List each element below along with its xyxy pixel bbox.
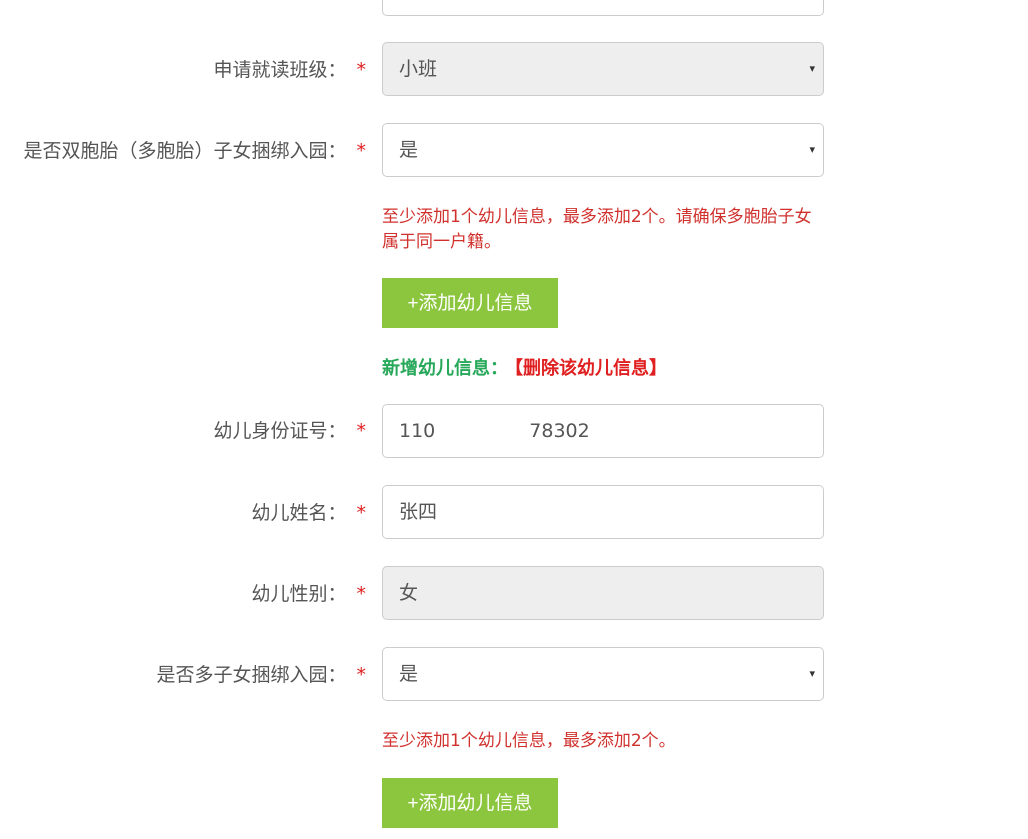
chevron-down-icon: ▾: [809, 667, 815, 680]
top-input-field[interactable]: [382, 0, 824, 16]
child-id-prefix: 110: [399, 420, 436, 442]
gender-label: 幼儿性别： *: [251, 579, 366, 609]
class-select[interactable]: 小班 ▾: [382, 42, 824, 96]
multi-select-value: 是: [399, 663, 419, 685]
child-name-value: 张四: [399, 501, 438, 523]
required-mark: *: [356, 420, 367, 442]
delete-child-link[interactable]: 【删除该幼儿信息】: [514, 358, 667, 379]
new-child-section-title: 新增幼儿信息： 【删除该幼儿信息】: [382, 354, 667, 380]
multi-select[interactable]: 是 ▾: [382, 647, 824, 701]
class-label: 申请就读班级： *: [213, 55, 366, 85]
child-gender-value: 女: [399, 582, 419, 604]
chevron-down-icon: ▾: [809, 62, 815, 75]
required-mark: *: [356, 140, 367, 162]
id-label-text: 幼儿身份证号：: [213, 420, 347, 442]
child-gender-input: 女: [382, 566, 824, 620]
class-select-value: 小班: [399, 58, 438, 80]
chevron-down-icon: ▾: [809, 143, 815, 156]
child-id-input[interactable]: 110 78302: [382, 404, 824, 458]
redaction-mask: [435, 417, 530, 446]
required-mark: *: [356, 59, 367, 81]
child-name-input[interactable]: 张四: [382, 485, 824, 539]
required-mark: *: [356, 664, 367, 686]
twins-hint: 至少添加1个幼儿信息，最多添加2个。请确保多胞胎子女属于同一户籍。: [382, 207, 812, 252]
name-label: 幼儿姓名： *: [251, 498, 366, 528]
new-child-title: 新增幼儿信息：: [382, 358, 508, 379]
child-id-suffix: 78302: [529, 420, 590, 442]
id-label: 幼儿身份证号： *: [213, 416, 366, 446]
twins-select-value: 是: [399, 139, 419, 161]
multi-label-text: 是否多子女捆绑入园：: [156, 664, 347, 686]
twins-select[interactable]: 是 ▾: [382, 123, 824, 177]
name-label-text: 幼儿姓名：: [251, 502, 347, 524]
multi-label: 是否多子女捆绑入园： *: [156, 660, 366, 690]
class-label-text: 申请就读班级：: [213, 59, 347, 81]
add-child-button[interactable]: +添加幼儿信息: [382, 278, 558, 328]
add-child-button[interactable]: +添加幼儿信息: [382, 778, 558, 828]
required-mark: *: [356, 583, 367, 605]
twins-label: 是否双胞胎（多胞胎）子女捆绑入园： *: [23, 136, 366, 166]
twins-label-text: 是否双胞胎（多胞胎）子女捆绑入园：: [23, 140, 347, 162]
multi-hint: 至少添加1个幼儿信息，最多添加2个。: [382, 731, 676, 751]
required-mark: *: [356, 502, 367, 524]
gender-label-text: 幼儿性别：: [251, 583, 347, 605]
